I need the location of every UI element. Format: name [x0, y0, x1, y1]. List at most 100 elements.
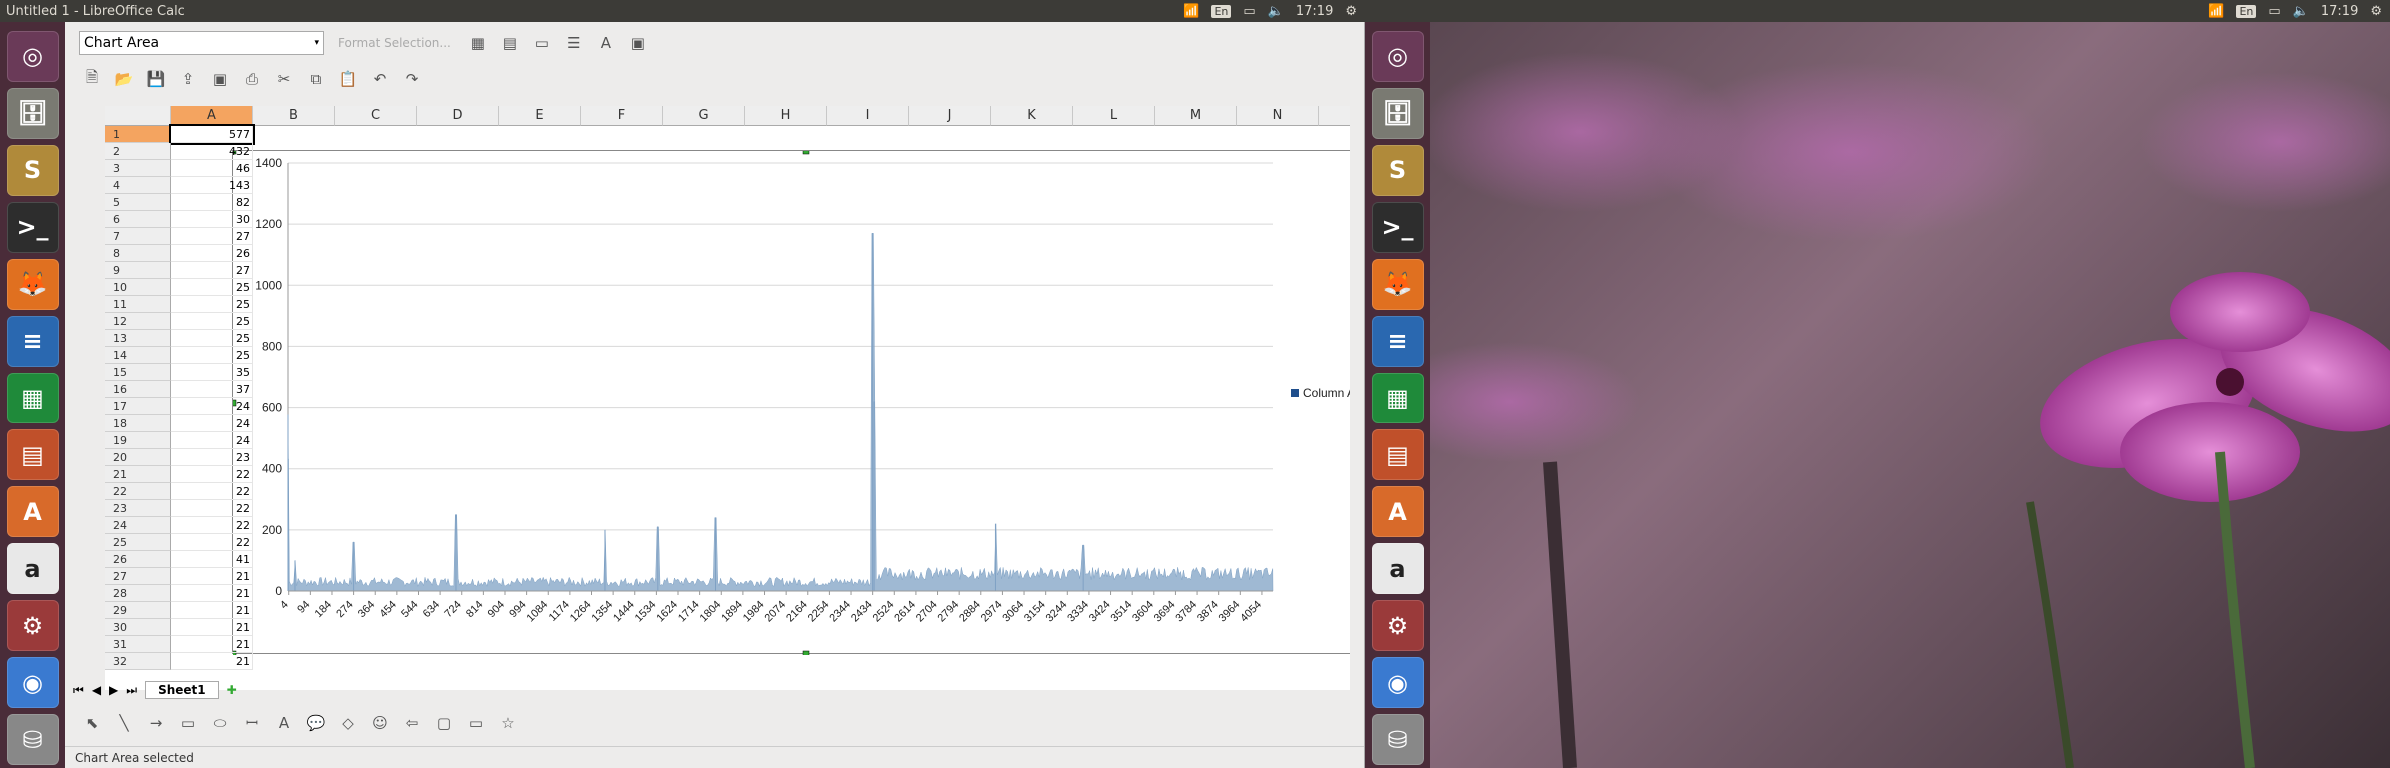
cell-a29[interactable]: 21: [171, 602, 253, 619]
cell-a5[interactable]: 82: [171, 194, 253, 211]
cell-a11[interactable]: 25: [171, 296, 253, 313]
cell-a16[interactable]: 37: [171, 381, 253, 398]
column-header-d[interactable]: D: [417, 106, 499, 126]
block-arrows-icon[interactable]: ⇦: [399, 710, 425, 736]
freeform-icon[interactable]: ꟷ: [239, 710, 265, 736]
next-sheet-icon[interactable]: ▶: [109, 683, 118, 697]
column-header-b[interactable]: B: [253, 106, 335, 126]
callouts-icon[interactable]: ▭: [463, 710, 489, 736]
column-header-c[interactable]: C: [335, 106, 417, 126]
impress-icon[interactable]: ▤: [1371, 429, 1424, 481]
select-arrow-icon[interactable]: ⬉: [79, 710, 105, 736]
row-header[interactable]: 29: [105, 602, 171, 619]
wifi-icon[interactable]: 📶: [2208, 4, 2224, 19]
firefox-icon[interactable]: 🦊: [1371, 258, 1424, 310]
sublime-icon[interactable]: S: [6, 144, 59, 196]
row-header[interactable]: 19: [105, 432, 171, 449]
row-header[interactable]: 17: [105, 398, 171, 415]
cell-a6[interactable]: 30: [171, 211, 253, 228]
ubuntu-dash-icon[interactable]: ◎: [1371, 31, 1424, 82]
files-icon[interactable]: 🗄: [1371, 87, 1424, 139]
terminal-icon[interactable]: >_: [1371, 201, 1424, 253]
text-icon[interactable]: A: [271, 710, 297, 736]
calc-icon[interactable]: ▦: [6, 372, 59, 424]
firefox-icon[interactable]: 🦊: [6, 258, 59, 310]
volume-icon[interactable]: 🔈: [1268, 4, 1284, 19]
paste-icon[interactable]: 📋: [335, 66, 361, 92]
cell-a25[interactable]: 22: [171, 534, 253, 551]
gear-icon[interactable]: ⚙: [2370, 4, 2382, 19]
column-header-m[interactable]: M: [1155, 106, 1237, 126]
cell-a21[interactable]: 22: [171, 466, 253, 483]
cell-a1[interactable]: 577: [169, 124, 255, 145]
ellipse-icon[interactable]: ⬭: [207, 710, 233, 736]
row-header[interactable]: 16: [105, 381, 171, 398]
row-header[interactable]: 12: [105, 313, 171, 330]
row-header[interactable]: 10: [105, 279, 171, 296]
callout-icon[interactable]: 💬: [303, 710, 329, 736]
keyboard-layout-indicator[interactable]: En: [2236, 4, 2257, 18]
legend-icon[interactable]: ☰: [561, 30, 587, 56]
chart-object[interactable]: 0 200 400 600 800 1000 1200 1400 4 94 184 274 364 454…: [229, 147, 1350, 658]
cell-a3[interactable]: 46: [171, 160, 253, 177]
format-selection-button[interactable]: Format Selection...: [330, 36, 459, 50]
row-header[interactable]: 26: [105, 551, 171, 568]
row-header[interactable]: 14: [105, 347, 171, 364]
cell-a28[interactable]: 21: [171, 585, 253, 602]
disk-icon[interactable]: ⛁: [1371, 714, 1424, 765]
column-header-h[interactable]: H: [745, 106, 827, 126]
writer-icon[interactable]: ≡: [6, 315, 59, 367]
cell-a14[interactable]: 25: [171, 347, 253, 364]
new-icon[interactable]: 🗎: [79, 66, 105, 92]
prev-sheet-icon[interactable]: ◀: [92, 683, 101, 697]
battery-icon[interactable]: ▭: [2268, 4, 2280, 19]
row-header[interactable]: 3: [105, 160, 171, 177]
export-icon[interactable]: ⇪: [175, 66, 201, 92]
files-icon[interactable]: 🗄: [6, 87, 59, 139]
chart-element-select[interactable]: Chart Area ▾: [79, 31, 324, 55]
writer-icon[interactable]: ≡: [1371, 315, 1424, 367]
ubuntu-dash-icon[interactable]: ◎: [6, 31, 59, 82]
row-header[interactable]: 27: [105, 568, 171, 585]
column-header-o[interactable]: O: [1319, 106, 1350, 126]
row-header[interactable]: 8: [105, 245, 171, 262]
cell-a22[interactable]: 22: [171, 483, 253, 500]
column-header-j[interactable]: J: [909, 106, 991, 126]
cell-a26[interactable]: 41: [171, 551, 253, 568]
scale-text-icon[interactable]: A: [593, 30, 619, 56]
row-header[interactable]: 5: [105, 194, 171, 211]
terminal-icon[interactable]: >_: [6, 201, 59, 253]
copy-icon[interactable]: ⧉: [303, 66, 329, 92]
last-sheet-icon[interactable]: ⏭: [126, 683, 137, 698]
row-header[interactable]: 11: [105, 296, 171, 313]
cell-a20[interactable]: 23: [171, 449, 253, 466]
row-header[interactable]: 2: [105, 143, 171, 160]
cell-a13[interactable]: 25: [171, 330, 253, 347]
sublime-icon[interactable]: S: [1371, 144, 1424, 196]
stars-icon[interactable]: ☆: [495, 710, 521, 736]
keyboard-layout-indicator[interactable]: En: [1211, 4, 1232, 18]
row-header[interactable]: 15: [105, 364, 171, 381]
horizontal-grids-icon[interactable]: ▭: [529, 30, 555, 56]
column-header-i[interactable]: I: [827, 106, 909, 126]
cell-a30[interactable]: 21: [171, 619, 253, 636]
row-header[interactable]: 25: [105, 534, 171, 551]
column-header-k[interactable]: K: [991, 106, 1073, 126]
disk-icon[interactable]: ⛁: [6, 714, 59, 765]
row-header[interactable]: 31: [105, 636, 171, 653]
clock[interactable]: 17:19: [1296, 4, 1333, 19]
rectangle-icon[interactable]: ▭: [175, 710, 201, 736]
cut-icon[interactable]: ✂: [271, 66, 297, 92]
row-header[interactable]: 21: [105, 466, 171, 483]
software-center-icon[interactable]: A: [6, 486, 59, 538]
line-icon[interactable]: ╲: [111, 710, 137, 736]
cell-a31[interactable]: 21: [171, 636, 253, 653]
flowchart-icon[interactable]: ▢: [431, 710, 457, 736]
calc-icon[interactable]: ▦: [1371, 372, 1424, 424]
amazon-icon[interactable]: a: [6, 543, 59, 595]
volume-icon[interactable]: 🔈: [2293, 4, 2309, 19]
row-header[interactable]: 28: [105, 585, 171, 602]
row-header[interactable]: 4: [105, 177, 171, 194]
row-header[interactable]: 6: [105, 211, 171, 228]
column-header-g[interactable]: G: [663, 106, 745, 126]
